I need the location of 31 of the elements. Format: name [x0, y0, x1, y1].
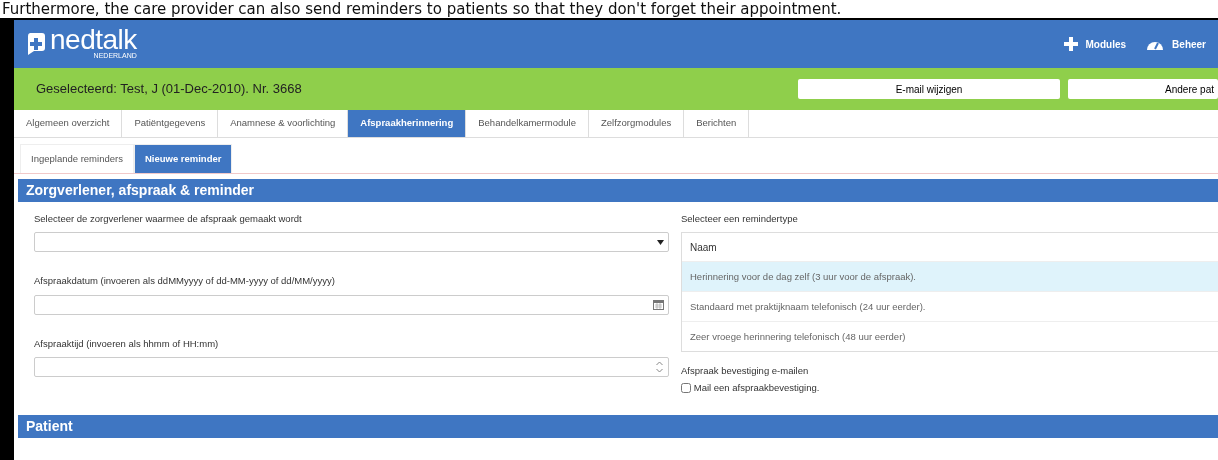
reminder-type-option[interactable]: Zeer vroege herinnering telefonisch (48 uur eerder): [682, 321, 1218, 352]
checkbox-label: Mail een afspraakbevestiging.: [693, 380, 820, 395]
selected-patient-text: Geselecteerd: Test, J (01-Dec-2010). Nr. 3668: [36, 80, 303, 99]
select-field[interactable]: [34, 232, 669, 253]
nav-link[interactable]: Modules: [1063, 36, 1127, 52]
input-field[interactable]: [34, 294, 669, 315]
tab[interactable]: Afspraakherinnering: [348, 110, 467, 137]
field-label: Selecteer een remindertype: [681, 212, 799, 226]
field-label: Afspraaktijd (invoeren als hhmm of HH:mm): [34, 336, 220, 351]
caption-text: Furthermore, the care provider can also send reminders to patients so that they don't forget their appointment.: [2, 0, 842, 18]
reminder-type-option[interactable]: Standaard met praktijknaam telefonisch (24 uur eerder).: [682, 291, 1218, 322]
calendar-icon: [653, 299, 664, 310]
reminder-type-option[interactable]: Herinnering voor de dag zelf (3 uur voor de afspraak).: [682, 261, 1218, 292]
logo-text: nedtalk: [50, 28, 137, 52]
patient-action-button[interactable]: E-mail wijzigen: [798, 79, 1060, 99]
spinner-icon[interactable]: [655, 359, 664, 374]
checkbox[interactable]: [681, 382, 691, 393]
subtab[interactable]: Ingeplande reminders: [20, 144, 134, 173]
subtab[interactable]: Nieuwe reminder: [133, 144, 233, 173]
input-field[interactable]: [34, 356, 669, 377]
field-label: Afspraak bevestiging e-mailen: [681, 364, 810, 379]
column-header: Naam: [689, 240, 718, 255]
section-header: Zorgverlener, afspraak & reminder: [18, 179, 1218, 202]
field-label: Selecteer de zorgverlener waarmee de afspraak gemaakt wordt: [34, 212, 303, 226]
nav-link[interactable]: Beheer: [1146, 36, 1206, 52]
patient-action-button[interactable]: Andere pat: [1068, 79, 1218, 99]
logo-icon: [26, 32, 46, 56]
field-label: Afspraakdatum (invoeren als ddMMyyyy of dd-MM-yyyy of dd/MM/yyyy): [34, 274, 336, 289]
plus-icon: [1063, 37, 1078, 51]
section-header: Patient: [18, 414, 1218, 438]
dropdown-caret-icon: [657, 239, 664, 245]
